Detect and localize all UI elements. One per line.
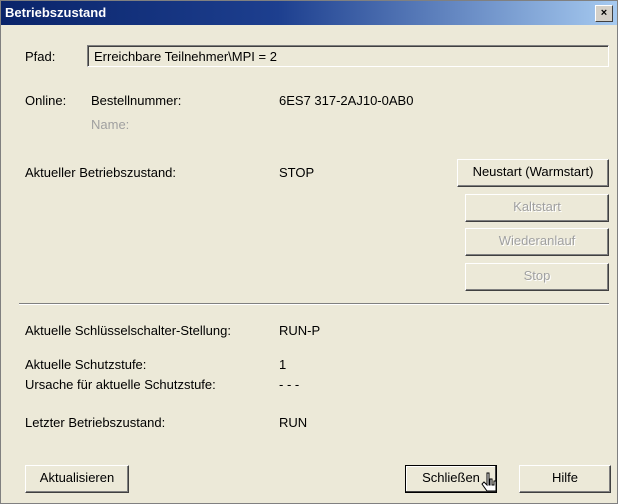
last-state-value: RUN — [279, 415, 308, 430]
protection-cause-value: - - - — [279, 377, 300, 392]
mouse-pointer-icon — [481, 472, 497, 492]
window-title: Betriebszustand — [5, 5, 107, 20]
protection-level-label: Aktuelle Schutzstufe: — [25, 357, 147, 372]
order-number-value: 6ES7 317-2AJ10-0AB0 — [279, 93, 414, 108]
module-name-label: Name: — [91, 117, 130, 132]
protection-cause-label: Ursache für aktuelle Schutzstufe: — [25, 377, 216, 392]
key-switch-value: RUN-P — [279, 323, 321, 338]
order-number-label: Bestellnummer: — [91, 93, 182, 108]
hot-restart-button[interactable]: Wiederanlauf — [465, 228, 609, 256]
path-field: Erreichbare Teilnehmer\MPI = 2 — [87, 45, 609, 67]
path-value: Erreichbare Teilnehmer\MPI = 2 — [94, 49, 277, 64]
stop-button[interactable]: Stop — [465, 263, 609, 291]
online-label: Online: — [25, 93, 67, 108]
current-state-value: STOP — [279, 165, 315, 180]
close-icon[interactable]: × — [595, 5, 613, 22]
operating-state-dialog: Betriebszustand × Pfad: Erreichbare Teil… — [0, 0, 618, 504]
separator — [19, 303, 609, 305]
current-state-label: Aktueller Betriebszustand: — [25, 165, 177, 180]
warm-restart-button[interactable]: Neustart (Warmstart) — [457, 159, 609, 187]
last-state-label: Letzter Betriebszustand: — [25, 415, 166, 430]
protection-level-value: 1 — [279, 357, 287, 372]
key-switch-label: Aktuelle Schlüsselschalter-Stellung: — [25, 323, 231, 338]
title-bar[interactable]: Betriebszustand × — [1, 1, 617, 25]
path-label: Pfad: — [25, 49, 56, 64]
help-button[interactable]: Hilfe — [519, 465, 611, 493]
refresh-button[interactable]: Aktualisieren — [25, 465, 129, 493]
cold-start-button[interactable]: Kaltstart — [465, 194, 609, 222]
